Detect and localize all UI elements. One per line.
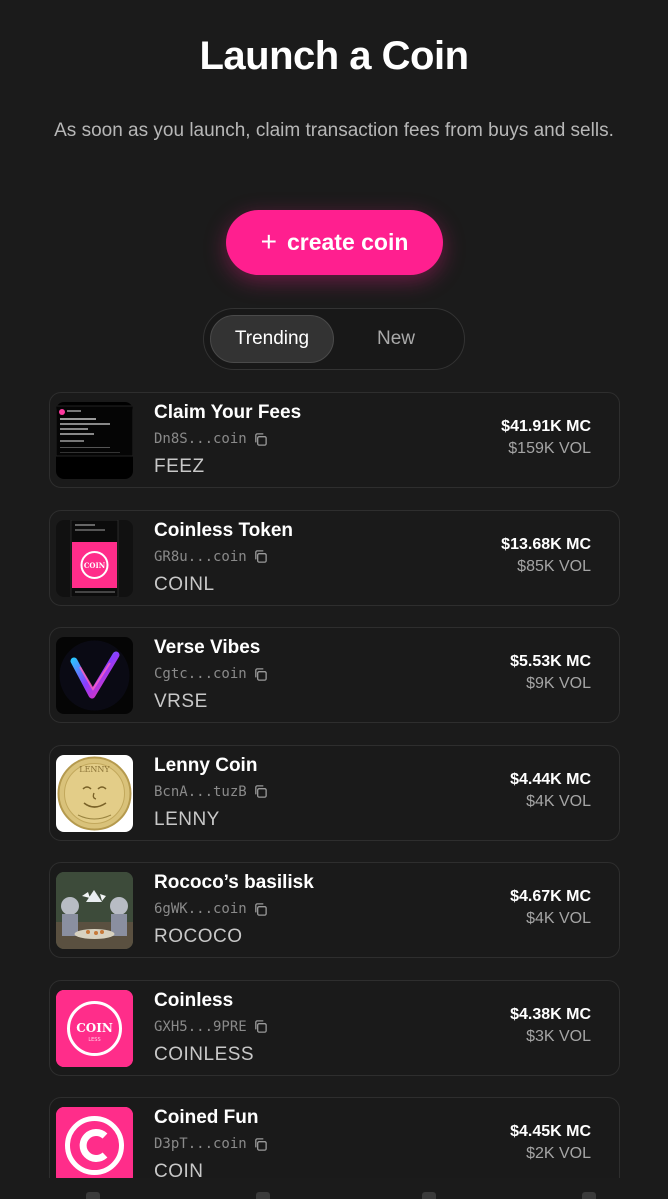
coin-ticker: COIN — [154, 1161, 204, 1178]
volume: $159K VOL — [508, 440, 591, 457]
bottom-nav-hint — [86, 1192, 100, 1199]
volume: $4K VOL — [526, 910, 591, 927]
coin-name: Coinless — [154, 989, 234, 1011]
market-cap: $13.68K MC — [501, 535, 591, 553]
thumb-coin-text: COIN — [76, 1021, 113, 1035]
coin-name: Lenny Coin — [154, 754, 258, 776]
coin-address: Dn8S...coin — [154, 431, 268, 447]
coin-card[interactable]: Claim Your Fees Dn8S...coin FEEZ $41.91K… — [49, 392, 620, 488]
volume: $9K VOL — [526, 675, 591, 692]
copy-icon[interactable] — [253, 902, 268, 917]
page-subtitle: As soon as you launch, claim transaction… — [54, 120, 614, 141]
coin-address: D3pT...coin — [154, 1136, 268, 1152]
copy-icon[interactable] — [253, 549, 268, 564]
market-cap: $4.44K MC — [510, 770, 591, 788]
market-cap: $41.91K MC — [501, 418, 591, 435]
coin-card[interactable]: COIN LESS Coinless GXH5...9PRE COINLESS … — [49, 979, 620, 1076]
volume: $4K VOL — [526, 792, 591, 810]
coin-address: GR8u...coin — [154, 549, 268, 565]
coin-card[interactable]: COIN Coinless Token GR8u...coin COINL $1… — [49, 509, 620, 606]
coin-card[interactable]: Verse Vibes Cgtc...coin VRSE $5.53K MC $… — [49, 627, 620, 723]
bottom-nav-hint — [582, 1192, 596, 1199]
feed-tabs: Trending New — [203, 308, 465, 370]
coin-name: Rococo’s basilisk — [154, 872, 314, 893]
copy-icon[interactable] — [253, 432, 268, 447]
coin-card[interactable]: Rococo’s basilisk 6gWK...coin ROCOCO $4.… — [49, 862, 620, 958]
coin-address: BcnA...tuzB — [154, 784, 268, 800]
coin-address: 6gWK...coin — [154, 901, 268, 917]
coin-card[interactable]: Coined Fun D3pT...coin COIN $4.45K MC $2… — [49, 1097, 620, 1178]
coin-ticker: LENNY — [154, 808, 220, 830]
coin-ticker: FEEZ — [154, 456, 205, 477]
copy-icon[interactable] — [253, 1019, 268, 1034]
coin-address: Cgtc...coin — [154, 666, 268, 682]
coin-ticker: ROCOCO — [154, 926, 243, 947]
copy-icon[interactable] — [253, 1137, 268, 1152]
thumb-coin-text: COIN — [84, 561, 106, 570]
create-coin-button[interactable]: + create coin — [226, 210, 443, 275]
page-title: Launch a Coin — [199, 34, 469, 78]
coin-ticker: COINLESS — [154, 1043, 255, 1065]
create-coin-label: create coin — [286, 229, 409, 255]
bottom-nav-hint — [422, 1192, 436, 1199]
volume: $2K VOL — [526, 1145, 591, 1162]
market-cap: $5.53K MC — [510, 653, 591, 670]
tweet-screenshot-thumbnail — [56, 402, 133, 479]
coin-ticker: VRSE — [154, 691, 208, 712]
copy-icon[interactable] — [253, 667, 268, 682]
market-cap: $4.45K MC — [510, 1123, 591, 1140]
copy-icon[interactable] — [253, 784, 268, 799]
tab-trending[interactable]: Trending — [210, 315, 334, 363]
coin-name: Coined Fun — [154, 1107, 259, 1128]
copyright-c-logo — [56, 1107, 133, 1178]
coin-name: Coinless Token — [154, 519, 294, 541]
coin-name: Claim Your Fees — [154, 402, 302, 423]
market-cap: $4.67K MC — [510, 888, 591, 905]
phone-screenshot-thumbnail: COIN — [56, 519, 133, 597]
gold-coin-face: LENNY — [56, 754, 133, 832]
coin-name: Verse Vibes — [154, 637, 261, 658]
thumb-less-text: LESS — [88, 1037, 100, 1043]
volume: $85K VOL — [517, 557, 591, 575]
coinless-logo: COIN LESS — [56, 989, 133, 1067]
thumb-lenny-text: LENNY — [79, 765, 110, 774]
neon-v-logo — [56, 637, 133, 714]
coin-ticker: COINL — [154, 573, 215, 595]
coin-list: Claim Your Fees Dn8S...coin FEEZ $41.91K… — [49, 392, 620, 1178]
bottom-nav-hint — [256, 1192, 270, 1199]
market-cap: $4.38K MC — [510, 1005, 591, 1023]
coin-address: GXH5...9PRE — [154, 1019, 268, 1035]
rococo-painting — [56, 872, 133, 949]
tab-new[interactable]: New — [346, 315, 446, 363]
plus-icon: + — [260, 225, 277, 257]
coin-card[interactable]: LENNY Lenny Coin BcnA...tuzB LENNY $4.44… — [49, 744, 620, 841]
volume: $3K VOL — [526, 1027, 591, 1045]
